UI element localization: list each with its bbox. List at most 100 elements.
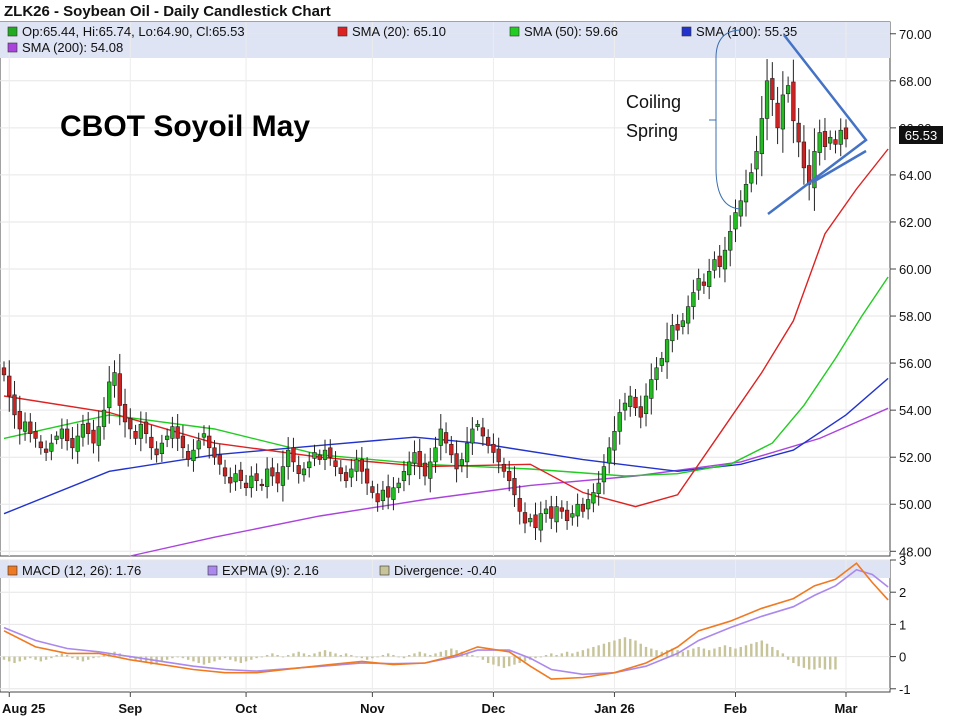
candle-body: [101, 409, 107, 427]
candle-body: [317, 454, 322, 460]
candle-body: [243, 482, 249, 489]
divergence-bar: [802, 656, 806, 668]
candle-body: [443, 432, 449, 444]
candle-body: [617, 412, 622, 432]
candle-body: [259, 483, 265, 487]
candle-body: [264, 468, 270, 487]
divergence-bar: [476, 656, 479, 658]
candle-body: [775, 102, 780, 129]
divergence-bar: [697, 646, 700, 657]
divergence-bar: [760, 640, 763, 657]
divergence-bar: [565, 651, 569, 657]
candle-body: [838, 129, 843, 145]
legend-label-sma20: SMA (20): 65.10: [352, 24, 446, 39]
candle-body: [759, 118, 764, 155]
legend-label-div: Divergence: -0.40: [394, 563, 497, 578]
divergence-bar: [318, 651, 321, 657]
divergence-bar: [502, 656, 506, 668]
candle-body: [401, 471, 407, 482]
candle-body: [207, 435, 212, 449]
candle-body: [275, 472, 280, 484]
candle-body: [464, 442, 470, 463]
divergence-bar: [334, 653, 337, 657]
divergence-bar: [292, 653, 295, 657]
candle-body: [254, 473, 259, 482]
divergence-bar: [792, 656, 795, 664]
x-tick-label: Dec: [481, 701, 505, 716]
candle-body: [65, 428, 70, 442]
divergence-bar: [371, 656, 374, 659]
candle-body: [580, 503, 586, 512]
main-y-tick-label: 50.00: [899, 497, 932, 512]
divergence-bar: [692, 648, 695, 657]
divergence-bar: [234, 656, 237, 662]
candle-body: [449, 443, 454, 456]
macd-legend: MACD (12, 26): 1.76 EXPMA (9): 2.16 Diverg…: [7, 563, 497, 578]
divergence-bar: [60, 653, 64, 657]
candle-body: [538, 513, 543, 531]
candle-body: [712, 259, 717, 271]
divergence-bar: [2, 656, 6, 660]
candle-body: [270, 467, 275, 477]
divergence-bar: [76, 656, 79, 660]
divergence-bar: [639, 643, 642, 657]
main-y-tick-label: 56.00: [899, 356, 932, 371]
macd-y-tick-label: 2: [899, 585, 906, 600]
candle-body: [512, 478, 517, 496]
candle-body: [49, 442, 54, 452]
candle-body: [386, 486, 391, 498]
main-y-axis: 48.0050.0052.0054.0056.0058.0060.0062.00…: [890, 27, 932, 559]
divergence-bar: [365, 656, 369, 660]
candle-body: [133, 431, 138, 439]
divergence-bar: [302, 653, 306, 657]
annotation-line-1: Coiling: [626, 92, 681, 112]
divergence-bar: [229, 656, 232, 660]
candle-body: [491, 443, 496, 453]
divergence-bar: [534, 656, 537, 659]
candle-body: [307, 461, 312, 469]
divergence-bar: [413, 653, 416, 657]
legend-label-sma50: SMA (50): 59.66: [524, 24, 618, 39]
divergence-bar: [339, 654, 342, 657]
candle-body: [91, 429, 96, 444]
divergence-bar: [555, 654, 558, 657]
candle-body: [301, 468, 307, 476]
candle-body: [743, 184, 749, 203]
candle-body: [796, 122, 801, 143]
candle-body: [75, 435, 80, 452]
candle-body: [501, 463, 507, 472]
candle-body: [222, 467, 228, 477]
annotation-line-2: Spring: [626, 121, 678, 141]
divergence-bar: [92, 656, 95, 659]
candle-body: [191, 449, 196, 462]
candle-body: [33, 431, 38, 439]
divergence-bar: [765, 643, 769, 657]
candle-body: [359, 459, 364, 472]
macd-y-tick-label: 0: [899, 650, 906, 665]
divergence-bar: [360, 656, 364, 659]
divergence-bar: [176, 656, 179, 658]
divergence-bar: [171, 656, 174, 659]
candle-body: [296, 465, 301, 474]
divergence-bar: [355, 656, 358, 658]
divergence-bar: [655, 650, 658, 657]
main-y-tick-label: 68.00: [899, 74, 932, 89]
candle-body: [475, 423, 480, 427]
candle-body: [196, 440, 201, 450]
legend-label-ohlc: Op:65.44, Hi:65.74, Lo:64.90, Cl:65.53: [22, 24, 245, 39]
candle-body: [286, 449, 291, 467]
candle-body: [59, 428, 65, 439]
candle-body: [638, 406, 643, 418]
candle-body: [233, 473, 238, 483]
candle-body: [570, 513, 575, 518]
divergence-bar: [597, 645, 600, 657]
divergence-bar: [71, 656, 74, 659]
x-tick-label: Jan 26: [594, 701, 634, 716]
candle-body: [543, 508, 549, 514]
candle-body: [164, 435, 170, 440]
legend-label-expma: EXPMA (9): 2.16: [222, 563, 319, 578]
candle-body: [428, 461, 433, 479]
divergence-bar: [550, 653, 553, 657]
main-y-tick-label: 58.00: [899, 309, 932, 324]
divergence-bar: [8, 656, 11, 662]
